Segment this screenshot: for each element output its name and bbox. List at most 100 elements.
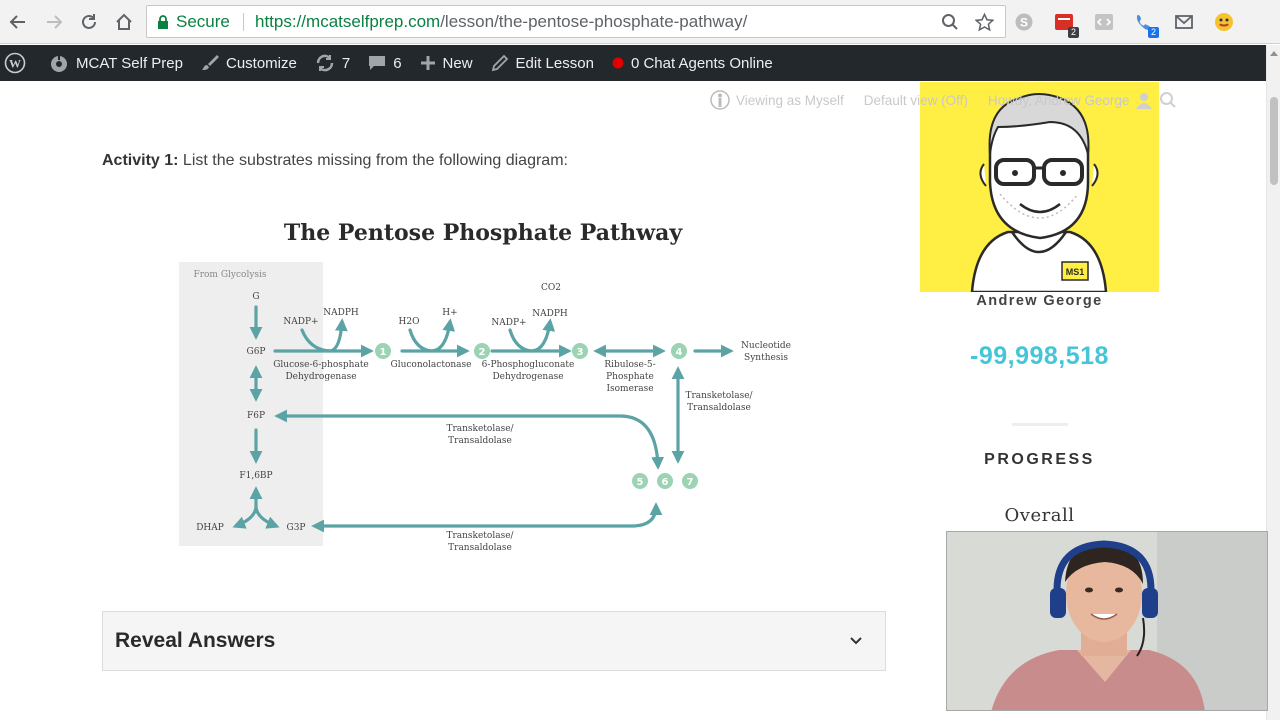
wp-logo-button[interactable]: W [0, 45, 35, 81]
address-bar[interactable]: Secure https://mcatselfprep.com/lesson/t… [146, 5, 1006, 38]
url-separator [243, 13, 244, 31]
comments-link[interactable]: 6 [359, 45, 410, 81]
status-dot-icon [612, 57, 624, 69]
page-scrollbar[interactable] [1266, 45, 1280, 720]
extension-mail[interactable] [1173, 11, 1195, 33]
arrow-right-icon [47, 15, 63, 29]
viewing-as-label: Viewing as Myself [736, 92, 844, 108]
reveal-answers-title: Reveal Answers [115, 629, 276, 652]
points-balance: -99,998,518 [970, 342, 1109, 370]
howdy-menu[interactable]: Howdy, Andrew George [988, 91, 1178, 109]
extension-badge: 2 [1147, 27, 1159, 38]
skype-icon: S [1015, 13, 1033, 31]
chevron-down-icon[interactable] [847, 632, 865, 650]
plus-icon [420, 56, 435, 70]
bookmark-button[interactable] [973, 11, 995, 33]
edit-lesson-link[interactable]: Edit Lesson [482, 45, 603, 81]
scroll-thumb[interactable] [1270, 97, 1278, 185]
secure-label: Secure [176, 11, 230, 31]
node-3-label: 3 [577, 347, 584, 358]
label-h2o: H2O [399, 317, 420, 327]
chat-agents-link[interactable]: 0 Chat Agents Online [603, 45, 782, 81]
default-view-toggle[interactable]: Default view (Off) [864, 93, 968, 108]
label-f6p: F6P [247, 411, 265, 421]
wordpress-icon: W [4, 52, 26, 74]
glycolysis-box [179, 262, 323, 546]
site-name-link[interactable]: MCAT Self Prep [35, 45, 192, 81]
activity-text: List the substrates missing from the fol… [182, 152, 568, 169]
back-button[interactable] [6, 10, 30, 34]
howdy-label: Howdy, Andrew George [987, 92, 1130, 108]
node-4-label: 4 [676, 347, 683, 358]
magnifier-icon [942, 14, 958, 30]
mail-icon [1175, 15, 1193, 29]
label-nadph-2: NADPH [532, 309, 568, 319]
view-controls: Viewing as Myself Default view (Off) How… [710, 88, 1260, 112]
pentose-phosphate-diagram: The Pentose Phosphate Pathway From Glyco… [179, 220, 791, 553]
browser-toolbar: Secure https://mcatselfprep.com/lesson/t… [0, 0, 1280, 44]
from-glycolysis-label: From Glycolysis [193, 270, 266, 280]
lock-icon [158, 14, 168, 29]
label-tkta-bottom-a: Transketolase/ [446, 531, 514, 541]
label-enzyme-4c: Isomerase [606, 384, 653, 394]
extension-phone[interactable]: 2 [1133, 11, 1159, 38]
reload-icon [82, 14, 96, 29]
avatar-illustration: MS1 [970, 93, 1108, 292]
reveal-answers-accordion[interactable]: Reveal Answers [102, 611, 886, 671]
forward-button[interactable] [42, 10, 66, 34]
extension-badge: 2 [1067, 27, 1079, 38]
webcam-person-illustration [947, 532, 1267, 710]
home-icon [116, 13, 132, 30]
node-1-label: 1 [380, 347, 387, 358]
label-co2: CO2 [541, 283, 561, 293]
progress-heading: PROGRESS [984, 451, 1095, 468]
label-tkta-mid-b: Transaldolase [448, 436, 512, 446]
updates-link[interactable]: 7 [306, 45, 359, 81]
label-enzyme-1b: Dehydrogenase [285, 372, 356, 382]
url-scheme: https:// [255, 11, 307, 31]
extension-skype[interactable]: S [1013, 11, 1035, 33]
label-nadp-2: NADP+ [491, 318, 526, 328]
extension-emoji[interactable] [1213, 11, 1235, 33]
new-content-link[interactable]: New [411, 45, 482, 81]
home-button[interactable] [112, 10, 136, 34]
label-nadp-1: NADP+ [283, 317, 318, 327]
label-enzyme-4a: Ribulose-5- [604, 360, 655, 370]
scroll-up-icon[interactable] [1270, 51, 1278, 56]
avatar-badge: MS1 [1066, 267, 1085, 277]
emoji-icon [1215, 13, 1233, 31]
label-enzyme-3a: 6-Phosphogluconate [482, 360, 575, 370]
profile-name: Andrew George [976, 293, 1103, 309]
zoom-button[interactable] [939, 11, 961, 33]
label-enzyme-1a: Glucose-6-phosphate [273, 360, 369, 370]
brush-icon [201, 55, 219, 70]
label-f16bp: F1,6BP [239, 471, 272, 481]
edit-lesson-label: Edit Lesson [515, 54, 594, 72]
extension-red[interactable]: 2 [1053, 11, 1079, 38]
customize-link[interactable]: Customize [192, 45, 306, 81]
avatar: MS1 [920, 82, 1159, 292]
url-path: /lesson/the-pentose-phosphate-pathway/ [440, 11, 748, 31]
dashboard-icon [51, 56, 67, 72]
code-icon [1095, 14, 1113, 30]
star-icon [974, 12, 994, 31]
node-6-label: 6 [662, 477, 669, 488]
search-icon[interactable] [1159, 91, 1177, 109]
extension-code[interactable] [1093, 11, 1115, 33]
updates-count: 7 [341, 54, 351, 72]
secure-indicator[interactable]: Secure [157, 6, 230, 37]
label-nadph-1: NADPH [323, 308, 359, 318]
comments-count: 6 [393, 54, 402, 72]
label-g3p: G3P [287, 523, 306, 533]
svg-text:W: W [9, 57, 21, 71]
diagram-title: The Pentose Phosphate Pathway [284, 220, 683, 246]
node-7-label: 7 [687, 477, 694, 488]
node-5-label: 5 [637, 477, 644, 488]
url-host: mcatselfprep.com [306, 11, 441, 31]
viewing-as-toggle[interactable]: Viewing as Myself [710, 89, 844, 111]
reload-button[interactable] [77, 10, 101, 34]
default-view-label: Default view (Off) [863, 92, 968, 108]
svg-text:S: S [1020, 16, 1028, 30]
url-text[interactable]: https://mcatselfprep.com/lesson/the-pent… [255, 6, 747, 37]
label-tkta-bottom-b: Transaldolase [448, 543, 512, 553]
